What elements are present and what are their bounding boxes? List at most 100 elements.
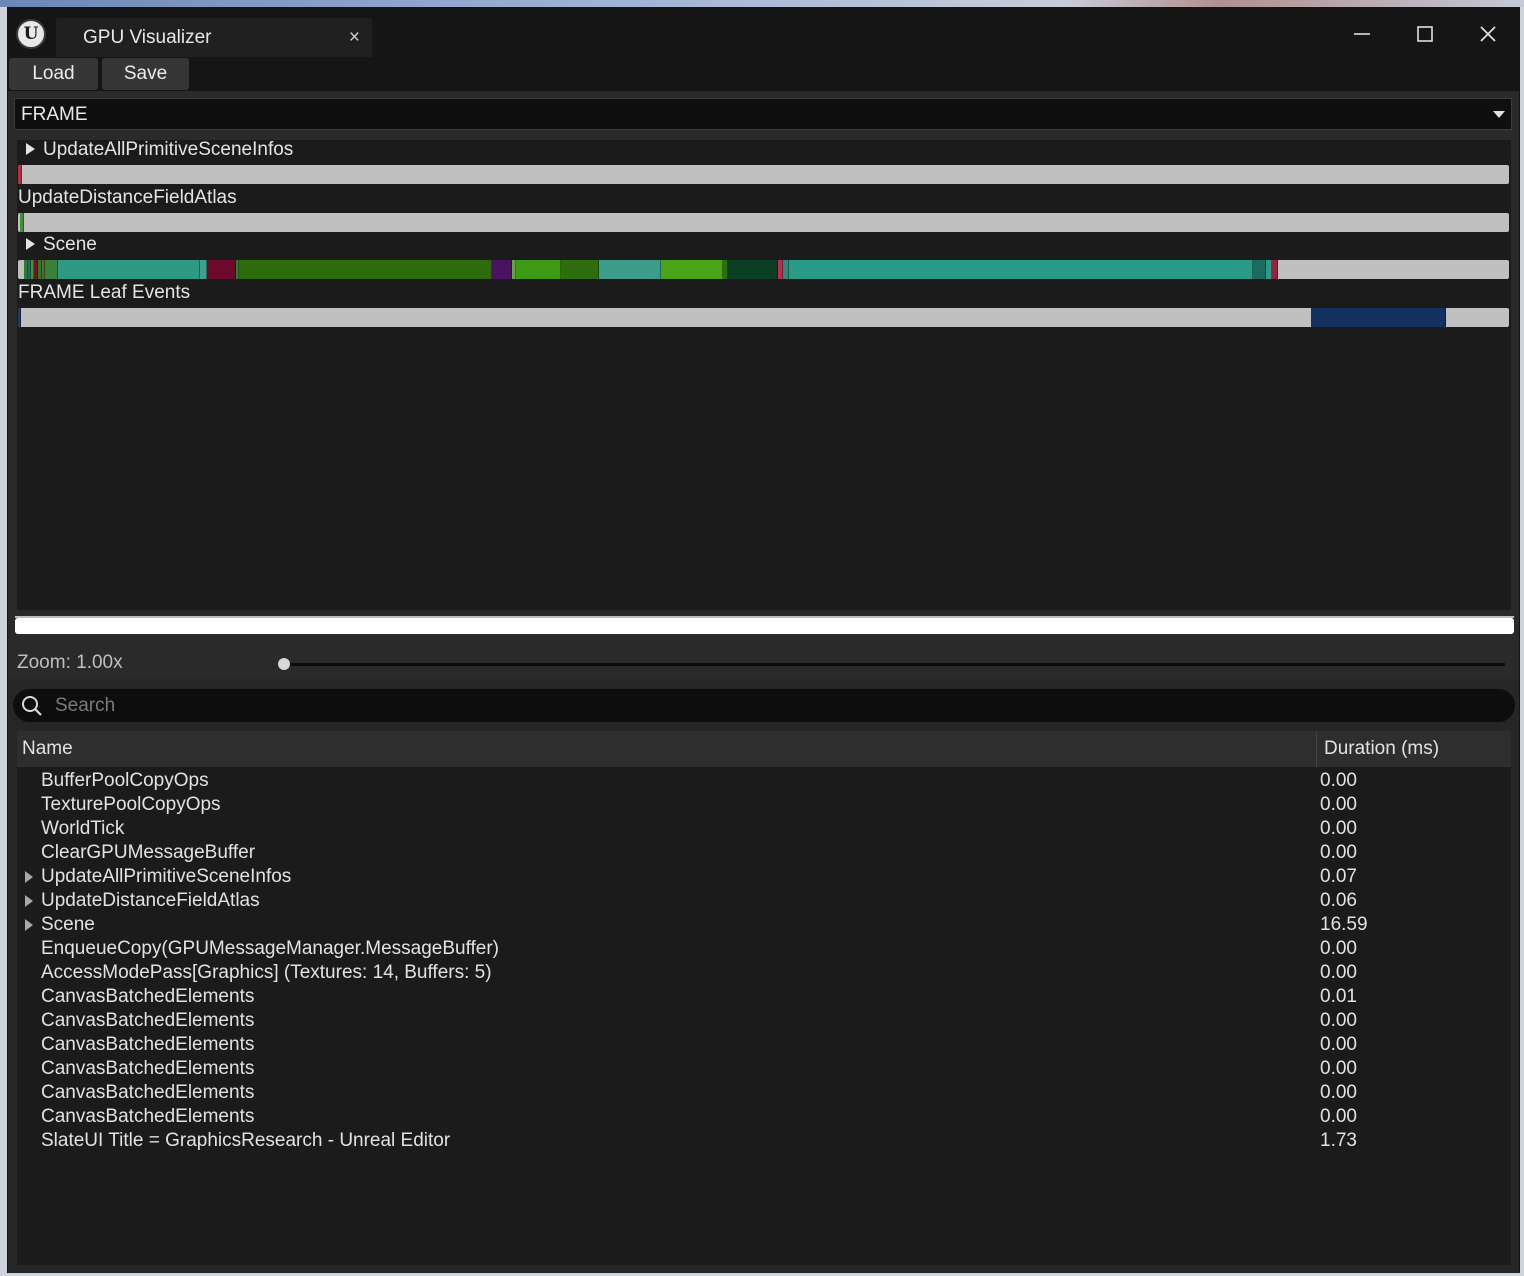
- event-name: UpdateDistanceFieldAtlas: [41, 890, 260, 911]
- event-duration: 0.00: [1320, 1106, 1357, 1127]
- timeline-row-label-text: FRAME Leaf Events: [18, 281, 191, 303]
- event-timeline: UpdateAllPrimitiveSceneInfos UpdateDistan…: [17, 139, 1511, 610]
- timeline-event-segment[interactable]: [207, 260, 236, 279]
- unreal-logo-icon: U: [16, 19, 46, 49]
- timeline-event-segment[interactable]: [18, 165, 22, 184]
- timeline-event-segment[interactable]: [788, 260, 1253, 279]
- timeline-bar[interactable]: [18, 165, 1509, 184]
- timeline-event-segment[interactable]: [492, 260, 512, 279]
- close-tab-icon[interactable]: ×: [349, 27, 360, 49]
- search-icon: [22, 696, 42, 716]
- title-bar[interactable]: U GPU Visualizer ×: [7, 7, 1520, 57]
- event-duration: 0.00: [1320, 794, 1357, 815]
- event-table: Name Duration (ms) BufferPoolCopyOps 0.00…: [17, 731, 1511, 1265]
- save-button[interactable]: Save: [102, 58, 189, 90]
- table-row[interactable]: CanvasBatchedElements 0.00: [17, 1105, 1511, 1129]
- timeline-event-segment[interactable]: [515, 260, 561, 279]
- table-row[interactable]: ClearGPUMessageBuffer 0.00: [17, 841, 1511, 865]
- event-name: CanvasBatchedElements: [41, 1034, 255, 1055]
- gpu-visualizer-window: U GPU Visualizer × Load Save FRAME Updat…: [7, 7, 1520, 1273]
- table-row[interactable]: SlateUI Title = GraphicsResearch - Unrea…: [17, 1129, 1511, 1153]
- event-name: CanvasBatchedElements: [41, 986, 255, 1007]
- search-box[interactable]: [13, 689, 1515, 722]
- timeline-row-label-text: UpdateAllPrimitiveSceneInfos: [43, 139, 294, 160]
- tab-title: GPU Visualizer: [83, 27, 212, 48]
- timeline-event-segment[interactable]: [20, 212, 24, 232]
- event-name: UpdateAllPrimitiveSceneInfos: [41, 866, 292, 887]
- timeline-bar[interactable]: [18, 307, 1509, 327]
- event-name: TexturePoolCopyOps: [41, 794, 221, 815]
- table-row[interactable]: WorldTick 0.00: [17, 817, 1511, 841]
- expand-arrow-icon[interactable]: [25, 871, 33, 883]
- expand-arrow-icon[interactable]: [26, 238, 35, 250]
- timeline-event-segment[interactable]: [1271, 260, 1278, 279]
- event-name: BufferPoolCopyOps: [41, 770, 209, 791]
- table-row[interactable]: BufferPoolCopyOps 0.00: [17, 769, 1511, 793]
- zoom-slider-handle[interactable]: [278, 658, 290, 670]
- frame-dropdown-value: FRAME: [21, 104, 88, 125]
- event-list-panel: Name Duration (ms) BufferPoolCopyOps 0.00…: [8, 679, 1519, 1273]
- horizontal-scrollbar[interactable]: [15, 618, 1514, 634]
- timeline-event-segment[interactable]: [238, 260, 493, 279]
- timeline-panel: FRAME UpdateAllPrimitiveSceneInfos Update…: [8, 91, 1519, 679]
- table-row[interactable]: CanvasBatchedElements 0.01: [17, 985, 1511, 1009]
- timeline-bar[interactable]: [18, 260, 1509, 279]
- table-row[interactable]: CanvasBatchedElements 0.00: [17, 1081, 1511, 1105]
- table-row[interactable]: Scene 16.59: [17, 913, 1511, 937]
- event-duration: 0.00: [1320, 842, 1357, 863]
- event-duration: 0.00: [1320, 770, 1357, 791]
- timeline-row-label[interactable]: Scene: [18, 234, 97, 256]
- zoom-slider[interactable]: [283, 663, 1505, 666]
- expand-arrow-icon[interactable]: [25, 895, 33, 907]
- event-duration: 0.00: [1320, 1082, 1357, 1103]
- timeline-event-segment[interactable]: [199, 260, 208, 279]
- event-duration: 0.00: [1320, 1010, 1357, 1031]
- timeline-event-segment[interactable]: [727, 260, 779, 279]
- event-duration: 0.01: [1320, 986, 1357, 1007]
- timeline-row-label: FRAME Leaf Events: [18, 282, 190, 304]
- event-name: CanvasBatchedElements: [41, 1058, 255, 1079]
- event-name: ClearGPUMessageBuffer: [41, 842, 256, 863]
- timeline-row-label: UpdateDistanceFieldAtlas: [18, 187, 237, 209]
- timeline-event-segment[interactable]: [44, 260, 59, 279]
- table-row[interactable]: AccessModePass[Graphics] (Textures: 14, …: [17, 961, 1511, 985]
- table-row[interactable]: CanvasBatchedElements 0.00: [17, 1057, 1511, 1081]
- table-row[interactable]: UpdateDistanceFieldAtlas 0.06: [17, 889, 1511, 913]
- table-row[interactable]: TexturePoolCopyOps 0.00: [17, 793, 1511, 817]
- timeline-bar[interactable]: [18, 212, 1509, 232]
- event-name: SlateUI Title = GraphicsResearch - Unrea…: [41, 1130, 451, 1151]
- event-name: CanvasBatchedElements: [41, 1082, 255, 1103]
- table-row[interactable]: EnqueueCopy(GPUMessageManager.MessageBuf…: [17, 937, 1511, 961]
- event-duration: 0.00: [1320, 1058, 1357, 1079]
- desktop-background: [0, 0, 1524, 7]
- table-row[interactable]: CanvasBatchedElements 0.00: [17, 1033, 1511, 1057]
- timeline-event-segment[interactable]: [58, 260, 200, 279]
- search-input[interactable]: [53, 693, 1457, 719]
- event-duration: 0.00: [1320, 818, 1357, 839]
- chevron-down-icon: [1493, 111, 1505, 118]
- tab-gpu-visualizer[interactable]: GPU Visualizer ×: [56, 18, 372, 57]
- expand-arrow-icon[interactable]: [25, 919, 33, 931]
- table-row[interactable]: CanvasBatchedElements 0.00: [17, 1009, 1511, 1033]
- event-duration: 0.00: [1320, 938, 1357, 959]
- close-window-icon[interactable]: [1468, 19, 1508, 49]
- maximize-icon[interactable]: [1405, 19, 1445, 49]
- timeline-row-label-text: UpdateDistanceFieldAtlas: [18, 186, 237, 208]
- column-header-duration[interactable]: Duration (ms): [1317, 731, 1511, 767]
- timeline-event-segment[interactable]: [660, 260, 724, 279]
- timeline-event-segment[interactable]: [560, 260, 600, 279]
- timeline-event-segment[interactable]: [18, 307, 21, 327]
- timeline-event-segment[interactable]: [1252, 260, 1266, 279]
- expand-arrow-icon[interactable]: [26, 143, 35, 155]
- column-header-name[interactable]: Name: [17, 731, 1317, 767]
- minimize-icon[interactable]: [1342, 19, 1382, 49]
- timeline-row-label-text: Scene: [43, 234, 97, 255]
- timeline-event-segment[interactable]: [599, 260, 661, 279]
- load-button[interactable]: Load: [9, 58, 98, 90]
- event-name: Scene: [41, 914, 95, 935]
- timeline-event-segment[interactable]: [1310, 307, 1447, 327]
- table-row[interactable]: UpdateAllPrimitiveSceneInfos 0.07: [17, 865, 1511, 889]
- event-duration: 0.07: [1320, 866, 1357, 887]
- frame-dropdown[interactable]: FRAME: [14, 98, 1512, 130]
- timeline-row-label[interactable]: UpdateAllPrimitiveSceneInfos: [18, 139, 293, 161]
